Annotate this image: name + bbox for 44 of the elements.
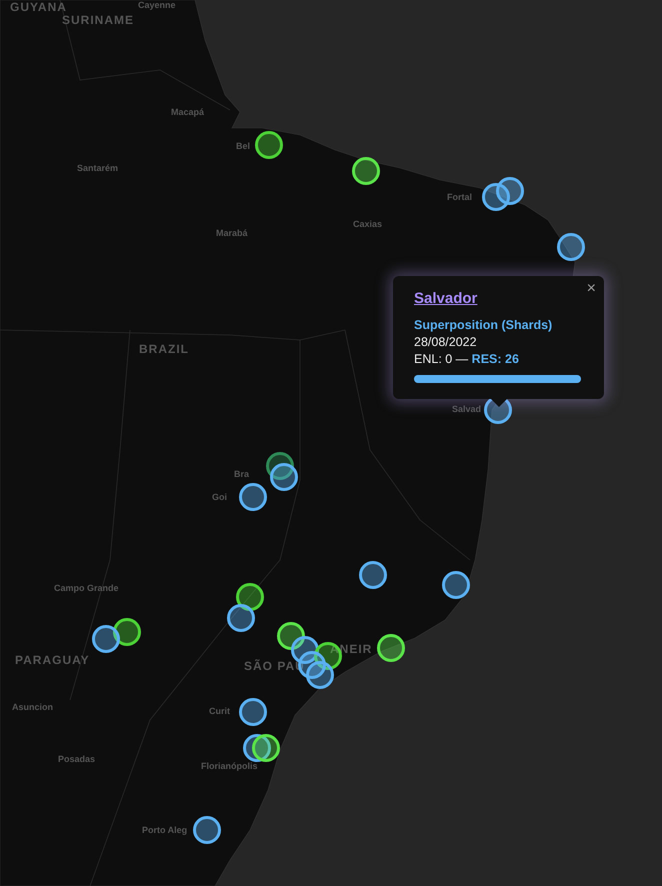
city-label: Macapá [171, 108, 204, 117]
date-text: 28/08/2022 [414, 334, 478, 351]
map-marker[interactable] [270, 463, 298, 491]
map-marker[interactable] [255, 131, 283, 159]
map-marker[interactable] [352, 157, 380, 185]
map-marker[interactable] [359, 561, 387, 589]
map-marker[interactable] [239, 698, 267, 726]
region-label: GUYANA [10, 1, 67, 13]
city-label: Fortal [447, 193, 472, 202]
city-label: Florianópolis [201, 762, 258, 771]
region-label: BRAZIL [139, 343, 189, 355]
city-label: Salvad [452, 405, 482, 414]
city-label: Goi [212, 493, 227, 502]
map-marker[interactable] [306, 661, 334, 689]
map-marker[interactable] [92, 625, 120, 653]
map-marker[interactable] [236, 583, 264, 611]
map-marker[interactable] [557, 233, 585, 261]
city-label: Curit [209, 707, 230, 716]
city-label: Bra [234, 470, 250, 479]
map-marker[interactable] [193, 816, 221, 844]
map-marker[interactable] [239, 483, 267, 511]
city-label: Porto Aleg [142, 826, 188, 835]
city-label: Campo Grande [54, 584, 119, 593]
map-marker[interactable] [252, 734, 280, 762]
map-marker[interactable] [482, 183, 510, 211]
portal-type: Superposition (Shards) [414, 317, 554, 334]
map-marker[interactable] [377, 634, 405, 662]
city-label: Caxias [353, 220, 382, 229]
city-label: Posadas [58, 755, 96, 764]
close-button[interactable]: × [586, 281, 596, 297]
city-label: Marabá [216, 229, 248, 238]
stats-text: ENL: 0 — RES: 26 [414, 351, 520, 368]
map-marker[interactable] [227, 604, 255, 632]
city-label: Bel [236, 142, 250, 151]
city-label: Asuncion [12, 703, 54, 712]
city-label: Cayenne [138, 1, 176, 10]
map-marker[interactable] [496, 177, 524, 205]
region-label: SURINAME [62, 14, 134, 26]
map-marker[interactable] [277, 622, 305, 650]
place-link[interactable]: Salvador [414, 290, 478, 307]
city-label: Santarém [77, 164, 118, 173]
map-marker[interactable] [113, 618, 141, 646]
region-label: PARAGUAY [15, 654, 90, 666]
map-marker[interactable] [442, 571, 470, 599]
